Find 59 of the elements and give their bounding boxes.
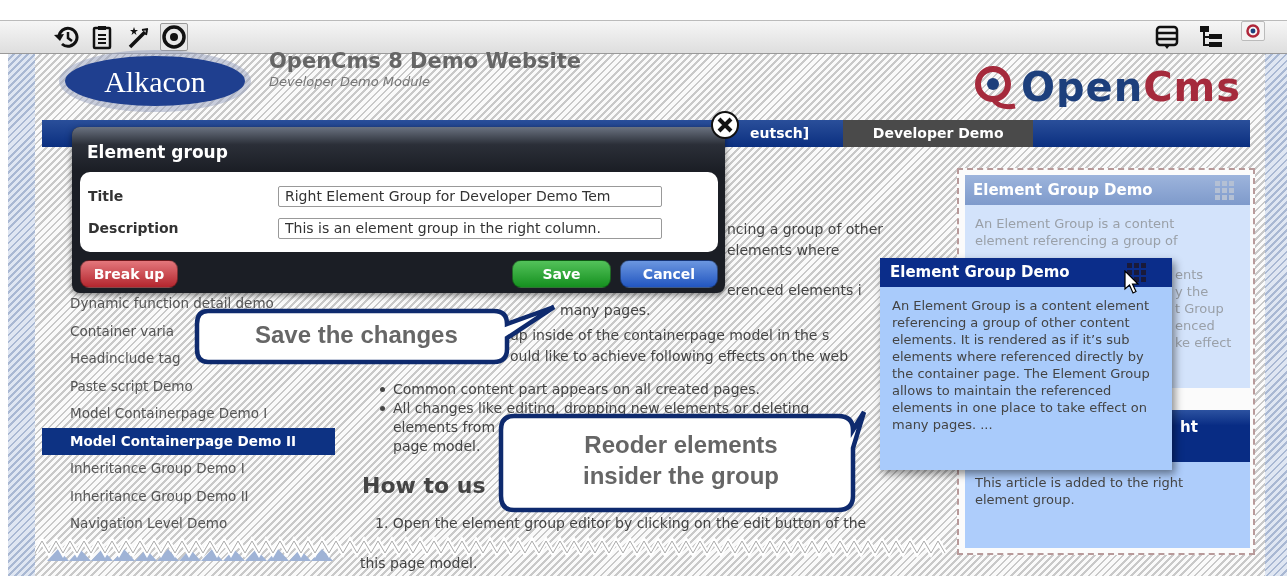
cursor-icon — [1124, 270, 1140, 294]
sidebar-item[interactable]: Container varia — [42, 317, 175, 345]
cancel-button[interactable]: Cancel — [620, 260, 718, 288]
sidebar-item[interactable]: Navigation Level Demo — [42, 510, 228, 538]
break-up-button[interactable]: Break up — [80, 260, 178, 288]
nav-item[interactable]: Developer Demo — [843, 120, 1034, 147]
text-line: All changes like editing, dropping new elements or deleting — [393, 399, 810, 418]
text-line: erenced elements i — [727, 281, 862, 300]
logo[interactable]: Alkacon — [65, 56, 245, 106]
text-line: An Element Group is a content — [975, 215, 1175, 232]
text-line: Common content part appears on all created pages. — [393, 380, 760, 399]
sidebar-item[interactable]: Model Containerpage Demo I — [42, 400, 268, 428]
grip-icon[interactable] — [1215, 180, 1234, 200]
bullet-icon — [380, 386, 385, 392]
text-line: elements where — [727, 241, 840, 260]
sidebar-item[interactable]: Inheritance Group Demo I — [42, 455, 245, 483]
preview-text: An Element Group is a content element referencing a group of other content elements. It is rendered as if it’s sub elements where referenced directly by the container page. The Element Group allows to maintain the referenced elements in one place to take effect on many pages. ... — [891, 297, 1151, 434]
group-title: Element Group Demo — [973, 179, 1153, 201]
history-icon — [53, 24, 79, 50]
preview-title: Element Group Demo — [890, 262, 1070, 284]
field-label: Description — [88, 218, 180, 238]
toolbar-button[interactable] — [160, 23, 188, 51]
text-line: element referencing a group of — [975, 232, 1178, 249]
toolbar-button[interactable] — [1153, 23, 1181, 51]
list-icon — [1154, 24, 1180, 50]
text-line: page model. — [393, 437, 481, 456]
sidebar-item[interactable]: Headinclude tag — [42, 345, 181, 373]
input-field[interactable]: This is an element group in the right column. — [278, 217, 662, 239]
target-icon — [1245, 23, 1261, 39]
callout-text: Reoder elements insider the group — [583, 430, 779, 491]
sidebar-item[interactable]: Inheritance Group Demo II — [42, 482, 249, 510]
article-title: ht — [1180, 418, 1198, 436]
nav-item[interactable]: eutsch] — [740, 120, 820, 147]
section-heading: How to us — [362, 472, 486, 500]
site-title: OpenCms 8 Demo Website — [269, 50, 582, 72]
text-line: 1. Open the element group editor by clicking on the edit button of the — [375, 514, 867, 533]
callout-text: Save the changes — [255, 320, 458, 350]
sidebar-item[interactable]: Paste script Demo — [42, 372, 193, 400]
target-icon — [161, 24, 187, 50]
text-line: many pages. — [560, 301, 651, 320]
text-line: ents — [1175, 266, 1204, 283]
brand-logo: OpenCms — [1020, 67, 1241, 107]
text-line: y the — [1175, 283, 1209, 300]
site-subtitle: Developer Demo Module — [269, 73, 432, 91]
article-text: This article is added to the right element group. — [975, 475, 1184, 507]
bullet-icon — [380, 405, 385, 411]
text-line: elements from — [393, 418, 496, 437]
dialog-title: Element group — [86, 141, 229, 164]
text-line: ould like to achieve following effects on the web — [510, 347, 849, 366]
text-line: t Group — [1175, 300, 1224, 317]
toolbar-button[interactable] — [1241, 21, 1265, 41]
text-line: enced — [1175, 317, 1215, 334]
text-line: ncing a group of other — [727, 220, 884, 239]
tree-icon — [1198, 24, 1224, 50]
text-line: ke effect — [1175, 334, 1232, 351]
text-line: this page model. — [360, 554, 478, 573]
field-label: Title — [88, 186, 125, 206]
sidebar-item[interactable]: Model Containerpage Demo II — [42, 427, 335, 455]
input-field[interactable]: Right Element Group for Developer Demo Tem — [278, 185, 662, 207]
